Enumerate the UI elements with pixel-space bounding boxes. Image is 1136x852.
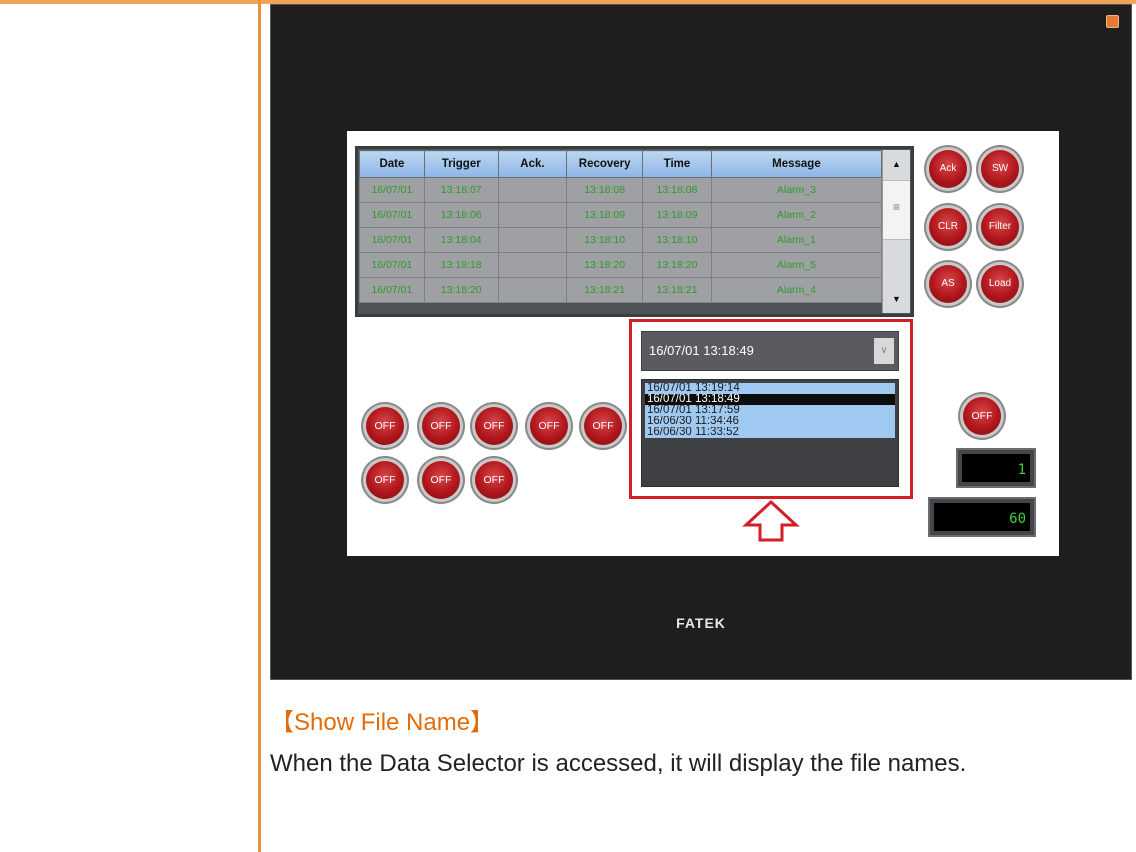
- data-selector-list[interactable]: 16/07/01 13:19:14 16/07/01 13:18:49 16/0…: [641, 379, 899, 487]
- toggle-off-button[interactable]: OFF: [530, 407, 568, 445]
- cell-message: Alarm_4: [710, 277, 883, 303]
- cell-date: 16/07/01: [359, 177, 425, 203]
- clr-button[interactable]: CLR: [929, 208, 967, 246]
- toggle-off-button[interactable]: OFF: [475, 407, 513, 445]
- cell-ack: [497, 227, 568, 253]
- list-item-selected[interactable]: 16/07/01 13:18:49: [645, 394, 895, 405]
- cell-trigger: 13:18:06: [423, 202, 499, 228]
- scroll-down-icon[interactable]: ▼: [883, 289, 910, 309]
- settings-icon[interactable]: [1106, 15, 1119, 28]
- numeric-display: 1: [956, 448, 1036, 488]
- table-scrollbar[interactable]: ▲ ≡ ▼: [882, 150, 910, 313]
- cell-trigger: 13:18:20: [423, 277, 499, 303]
- cell-time: 13:18:08: [642, 177, 712, 203]
- ack-button[interactable]: Ack: [929, 150, 967, 188]
- cell-message: Alarm_2: [710, 202, 883, 228]
- toggle-off-button[interactable]: OFF: [366, 461, 404, 499]
- numeric-display-value: 1: [962, 454, 1030, 482]
- cell-time: 13:18:20: [642, 252, 712, 278]
- data-selector-highlight: 16/07/01 13:18:49 ∨ 16/07/01 13:19:14 16…: [629, 319, 913, 499]
- data-selector-combo[interactable]: 16/07/01 13:18:49 ∨: [641, 331, 899, 371]
- toggle-off-button[interactable]: OFF: [422, 461, 460, 499]
- toggle-off-button[interactable]: OFF: [422, 407, 460, 445]
- cell-date: 16/07/01: [359, 202, 425, 228]
- cell-message: Alarm_5: [710, 252, 883, 278]
- column-trigger[interactable]: Trigger: [423, 150, 499, 178]
- list-item[interactable]: 16/06/30 11:33:52: [645, 427, 895, 438]
- column-message[interactable]: Message: [710, 150, 883, 178]
- column-date[interactable]: Date: [359, 150, 425, 178]
- load-button[interactable]: Load: [981, 265, 1019, 303]
- chevron-down-icon[interactable]: ∨: [874, 338, 894, 364]
- cell-recovery: 13:18:21: [566, 277, 644, 303]
- cell-ack: [497, 252, 568, 278]
- data-selector-value: 16/07/01 13:18:49: [649, 343, 754, 358]
- cell-date: 16/07/01: [359, 227, 425, 253]
- toggle-off-button[interactable]: OFF: [366, 407, 404, 445]
- sw-button[interactable]: SW: [981, 150, 1019, 188]
- table-row[interactable]: 16/07/01 13:18:06 13:18:09 13:18:09 Alar…: [359, 202, 883, 228]
- list-item[interactable]: 16/07/01 13:17:59: [645, 405, 895, 416]
- cell-recovery: 13:18:20: [566, 252, 644, 278]
- column-recovery[interactable]: Recovery: [566, 150, 644, 178]
- cell-ack: [497, 202, 568, 228]
- left-table-border: [258, 0, 261, 852]
- cell-time: 13:18:10: [642, 227, 712, 253]
- table-row[interactable]: 16/07/01 13:18:18 13:18:20 13:18:20 Alar…: [359, 252, 883, 278]
- scroll-up-icon[interactable]: ▲: [883, 154, 910, 174]
- toggle-off-button[interactable]: OFF: [963, 397, 1001, 435]
- brand-label: FATEK: [676, 615, 726, 631]
- section-heading: 【Show File Name】: [270, 709, 495, 736]
- cell-ack: [497, 277, 568, 303]
- cell-time: 13:18:21: [642, 277, 712, 303]
- cell-recovery: 13:18:10: [566, 227, 644, 253]
- cell-time: 13:18:09: [642, 202, 712, 228]
- table-row[interactable]: 16/07/01 13:18:04 13:18:10 13:18:10 Alar…: [359, 227, 883, 253]
- toggle-off-button[interactable]: OFF: [584, 407, 622, 445]
- cell-recovery: 13:18:08: [566, 177, 644, 203]
- as-button[interactable]: AS: [929, 265, 967, 303]
- numeric-display-value: 60: [934, 503, 1030, 531]
- up-arrow-icon: [742, 499, 800, 542]
- toggle-off-button[interactable]: OFF: [475, 461, 513, 499]
- numeric-display: 60: [928, 497, 1036, 537]
- column-time[interactable]: Time: [642, 150, 712, 178]
- alarm-history-table: Date Trigger Ack. Recovery Time Message …: [355, 146, 914, 317]
- cell-trigger: 13:18:18: [423, 252, 499, 278]
- cell-message: Alarm_3: [710, 177, 883, 203]
- hmi-device-frame: FATEK Date Trigger Ack. Recovery Time Me…: [270, 4, 1132, 680]
- scroll-thumb[interactable]: ≡: [883, 180, 910, 240]
- hmi-screen: Date Trigger Ack. Recovery Time Message …: [347, 131, 1059, 556]
- cell-trigger: 13:18:04: [423, 227, 499, 253]
- cell-trigger: 13:18:07: [423, 177, 499, 203]
- cell-date: 16/07/01: [359, 252, 425, 278]
- section-paragraph: When the Data Selector is accessed, it w…: [270, 750, 967, 777]
- cell-recovery: 13:18:09: [566, 202, 644, 228]
- cell-date: 16/07/01: [359, 277, 425, 303]
- table-row[interactable]: 16/07/01 13:18:07 13:18:08 13:18:08 Alar…: [359, 177, 883, 203]
- table-row[interactable]: 16/07/01 13:18:20 13:18:21 13:18:21 Alar…: [359, 277, 883, 303]
- cell-ack: [497, 177, 568, 203]
- list-item[interactable]: 16/07/01 13:19:14: [645, 383, 895, 394]
- list-item[interactable]: 16/06/30 11:34:46: [645, 416, 895, 427]
- filter-button[interactable]: Filter: [981, 208, 1019, 246]
- cell-message: Alarm_1: [710, 227, 883, 253]
- column-ack[interactable]: Ack.: [497, 150, 568, 178]
- table-header-row: Date Trigger Ack. Recovery Time Message: [359, 150, 883, 178]
